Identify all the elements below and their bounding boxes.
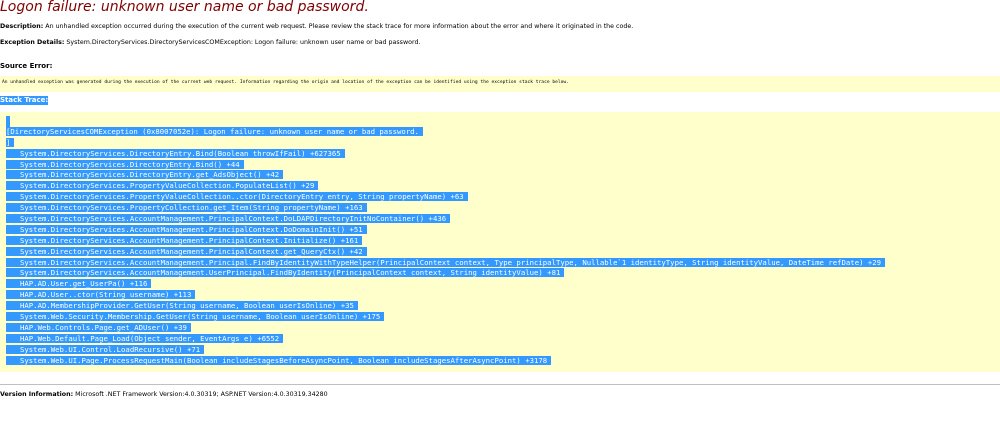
trace-frame: System.Web.Security.Membership.GetUser(S… xyxy=(6,312,885,323)
trace-frame: System.DirectoryServices.AccountManageme… xyxy=(6,246,885,258)
trace-frame: System.DirectoryServices.PropertyValueCo… xyxy=(6,181,885,192)
source-error-box: An unhandled exception was generated dur… xyxy=(0,76,1000,92)
trace-frame: System.DirectoryServices.AccountManageme… xyxy=(6,257,886,269)
trace-frame: HAP.Web.Controls.Page.get_ADUser() +39 xyxy=(6,322,885,334)
trace-frame: System.DirectoryServices.PropertyCollect… xyxy=(6,203,885,214)
trace-frame: System.DirectoryServices.DirectoryEntry.… xyxy=(6,159,885,171)
trace-frame: System.Web.UI.Control.LoadRecursive() +7… xyxy=(6,344,885,356)
trace-frame: System.DirectoryServices.AccountManageme… xyxy=(6,224,885,236)
description-row: Description: An unhandled exception occu… xyxy=(0,22,633,31)
trace-frame: System.DirectoryServices.DirectoryEntry.… xyxy=(6,148,885,160)
description-label: Description: xyxy=(0,23,44,30)
version-info-row: Version Information: Microsoft .NET Fram… xyxy=(0,390,328,399)
trace-blank-line xyxy=(6,116,885,127)
trace-frame: System.DirectoryServices.AccountManageme… xyxy=(6,268,885,279)
version-info-label: Version Information: xyxy=(0,391,74,398)
trace-frame: System.DirectoryServices.DirectoryEntry.… xyxy=(6,170,885,181)
stack-trace-heading: Stack Trace: xyxy=(0,96,49,105)
description-text: An unhandled exception occurred during t… xyxy=(45,23,634,30)
trace-closing-bracket: ] xyxy=(6,137,885,149)
trace-frame: HAP.AD.User..ctor(String username) +113 xyxy=(6,290,885,301)
trace-frame: System.Web.UI.Page.ProcessRequestMain(Bo… xyxy=(6,355,885,367)
exception-details-label: Exception Details: xyxy=(0,39,65,46)
trace-frame: HAP.AD.MembershipProvider.GetUser(String… xyxy=(6,301,885,312)
trace-frame: System.DirectoryServices.PropertyValueCo… xyxy=(6,192,885,203)
source-error-text: An unhandled exception was generated dur… xyxy=(2,80,569,85)
stack-trace-lines: [DirectoryServicesCOMException (0x800705… xyxy=(6,116,886,367)
divider xyxy=(0,384,1000,385)
exception-details-row: Exception Details: System.DirectoryServi… xyxy=(0,38,420,47)
trace-frame: HAP.AD.User.get_UserPa() +116 xyxy=(6,279,885,290)
page-title: Logon failure: unknown user name or bad … xyxy=(0,0,369,15)
trace-exception-line: [DirectoryServicesCOMException (0x800705… xyxy=(6,126,885,138)
version-info-text: Microsoft .NET Framework Version:4.0.303… xyxy=(75,391,328,398)
trace-frame: HAP.Web.Default.Page_Load(Object sender,… xyxy=(6,333,885,345)
trace-frame: System.DirectoryServices.AccountManageme… xyxy=(6,214,885,225)
trace-frame: System.DirectoryServices.AccountManageme… xyxy=(6,235,885,247)
exception-details-text: System.DirectoryServices.DirectoryServic… xyxy=(66,39,421,46)
stack-trace-box[interactable]: [DirectoryServicesCOMException (0x800705… xyxy=(0,112,1000,372)
source-error-heading: Source Error: xyxy=(0,62,53,70)
